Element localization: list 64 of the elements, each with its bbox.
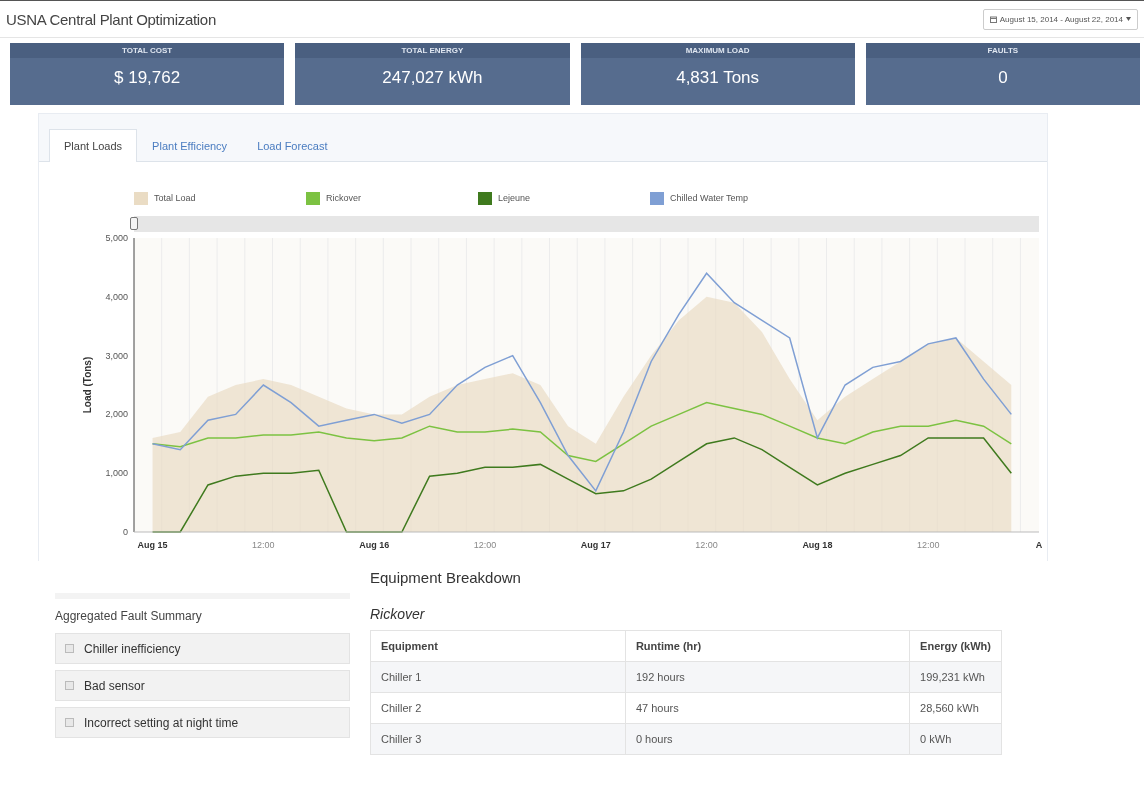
fault-item[interactable]: Incorrect setting at night time (55, 707, 350, 738)
y-axis-title: Load (Tons) (82, 356, 93, 414)
y-tick-label: 0 (123, 527, 128, 537)
plant-name: Rickover (370, 606, 426, 622)
x-tick-label: 12:00 (252, 540, 275, 550)
kpi-value: 0 (998, 68, 1008, 88)
kpi-label: TOTAL ENERGY (295, 43, 570, 58)
y-tick-label: 5,000 (105, 233, 128, 243)
date-range-picker[interactable]: August 15, 2014 - August 22, 2014 (982, 8, 1138, 30)
kpi-value: 247,027 kWh (382, 68, 483, 88)
table-cell: 0 kWh (909, 723, 1002, 755)
fault-label: Incorrect setting at night time (84, 715, 239, 730)
table-cell: Chiller 2 (370, 692, 626, 724)
legend-label[interactable]: Lejeune (498, 193, 531, 203)
table-cell: 47 hours (625, 692, 910, 724)
x-tick-label: Aug 15 (137, 540, 168, 550)
checkbox[interactable] (65, 644, 74, 653)
tab[interactable]: Plant Loads (49, 129, 138, 162)
table-cell: 28,560 kWh (909, 692, 1002, 724)
fault-item[interactable]: Chiller inefficiency (55, 633, 350, 664)
kpi-label: MAXIMUM LOAD (580, 43, 855, 58)
app-title: USNA Central Plant Optimization (6, 10, 216, 28)
y-tick-label: 2,000 (105, 409, 128, 420)
kpi-label: TOTAL COST (10, 43, 285, 58)
section-title: Equipment Breakdown (370, 569, 522, 586)
table-cell: Chiller 1 (370, 661, 626, 693)
table-cell: 192 hours (625, 661, 910, 693)
tab[interactable]: Plant Efficiency (137, 129, 243, 162)
fault-item[interactable]: Bad sensor (55, 670, 350, 701)
x-tick-label: Aug 18 (802, 540, 833, 550)
caret-icon (1126, 17, 1131, 21)
x-tick-label: 12:00 (916, 540, 940, 550)
legend-swatch (134, 191, 148, 205)
tab[interactable]: Load Forecast (242, 129, 343, 162)
x-tick-label: Aug 17 (580, 540, 611, 550)
kpi-value: 4,831 Tons (676, 68, 760, 88)
y-tick-label: 4,000 (105, 291, 128, 302)
table-cell: Chiller 3 (370, 723, 626, 755)
y-tick-label: 3,000 (105, 350, 128, 361)
fault-label: Bad sensor (84, 678, 145, 693)
calendar-icon (989, 15, 997, 23)
column-header: Energy (kWh) (909, 630, 1002, 662)
checkbox[interactable] (65, 718, 74, 727)
fault-label: Chiller inefficiency (84, 641, 181, 656)
table-cell: 199,231 kWh (909, 661, 1002, 693)
kpi-label: FAULTS (865, 43, 1140, 58)
navigator-handle[interactable] (130, 217, 138, 230)
legend-label[interactable]: Total Load (154, 193, 196, 203)
table-cell: 0 hours (625, 723, 910, 755)
legend-swatch (650, 191, 664, 205)
legend-label[interactable]: Rickover (326, 193, 361, 203)
column-header: Equipment (370, 630, 626, 662)
x-tick-label: Aug 16 (359, 540, 390, 550)
legend-label[interactable]: Chilled Water Temp (670, 193, 749, 203)
x-tick-label: 12:00 (473, 540, 497, 550)
column-header: Runtime (hr) (625, 630, 910, 662)
checkbox[interactable] (65, 681, 74, 690)
legend-swatch (478, 191, 492, 205)
fault-summary-title: Aggregated Fault Summary (55, 609, 203, 623)
x-tick-label: 12:00 (695, 540, 718, 550)
legend-swatch (306, 191, 320, 205)
y-tick-label: 1,000 (105, 468, 128, 479)
x-tick-label: A (1035, 540, 1043, 550)
kpi-value: $ 19,762 (114, 68, 181, 88)
